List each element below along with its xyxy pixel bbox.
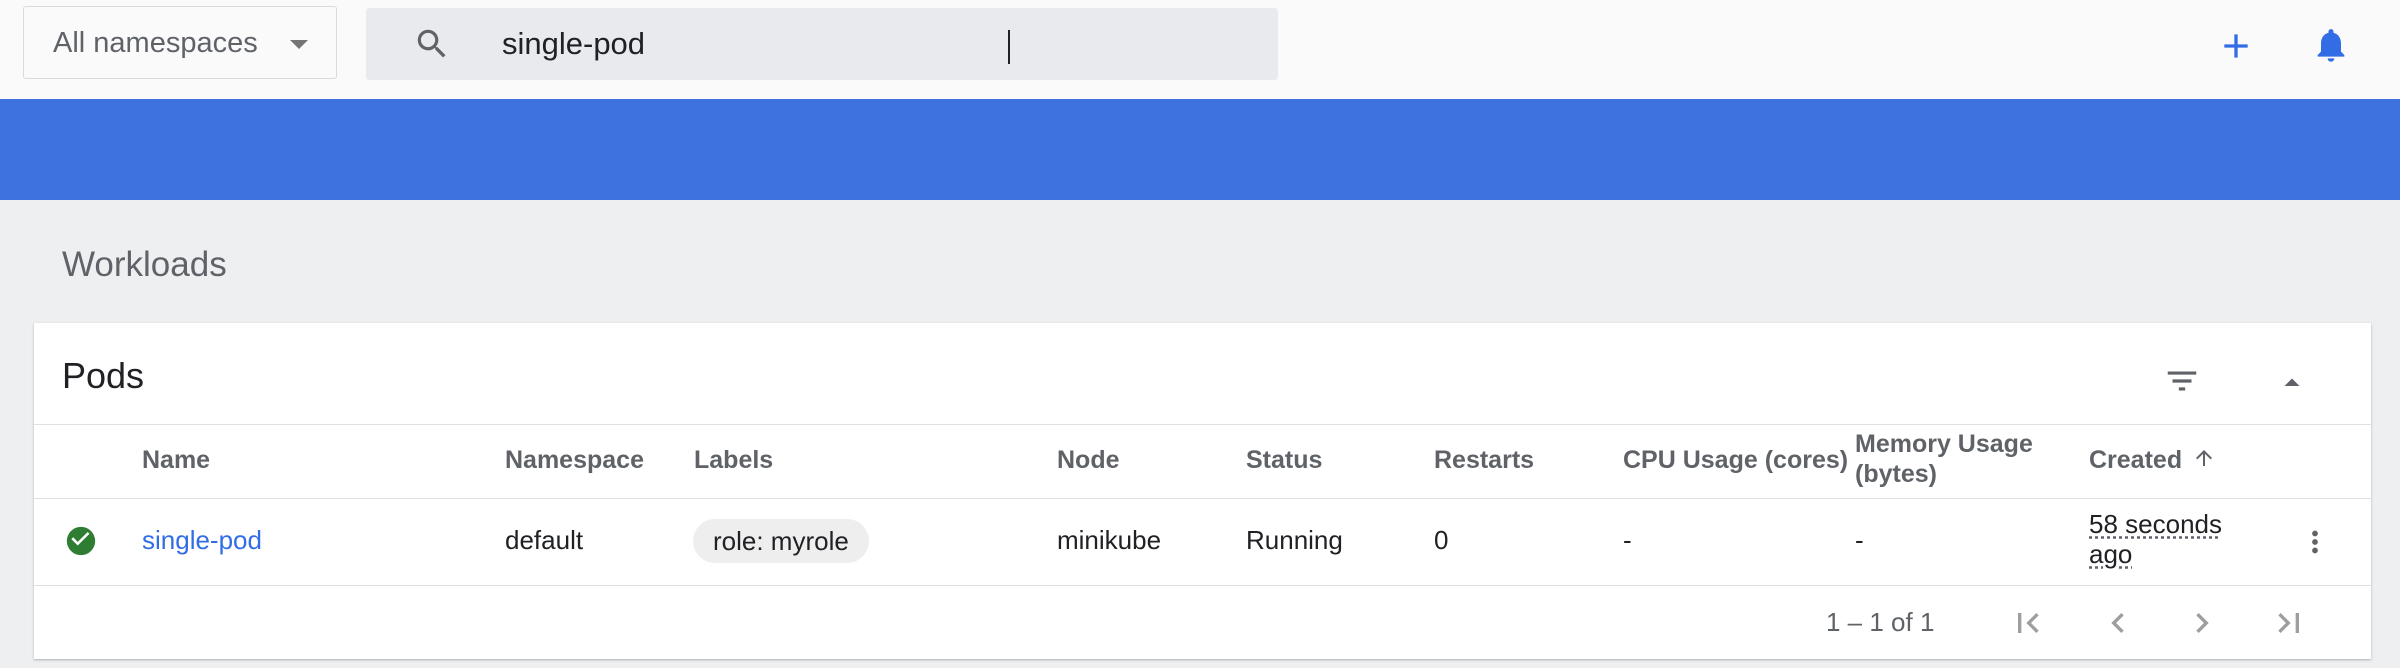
pod-created[interactable]: 58 seconds ago <box>2089 509 2259 569</box>
pod-status: Running <box>1246 525 1343 555</box>
column-header-namespace[interactable]: Namespace <box>505 445 644 475</box>
pod-namespace: default <box>505 525 584 555</box>
pod-name-link[interactable]: single-pod <box>142 523 262 557</box>
filter-icon[interactable] <box>2163 362 2201 405</box>
namespace-select[interactable]: All namespaces <box>23 6 337 79</box>
divider <box>34 424 2371 425</box>
search-bar <box>366 8 1278 80</box>
label-chip: role: myrole <box>693 519 869 563</box>
pod-memory: - <box>1855 525 1864 555</box>
divider <box>34 585 2371 586</box>
header-band <box>0 99 2400 200</box>
previous-page-icon[interactable] <box>2098 603 2138 648</box>
more-vert-icon[interactable] <box>2298 525 2332 564</box>
dropdown-caret-icon <box>290 40 308 49</box>
page-title: Workloads <box>62 245 227 284</box>
column-header-created-label: Created <box>2089 446 2183 474</box>
arrow-up-icon <box>2192 446 2216 477</box>
top-toolbar: All namespaces <box>0 0 2400 100</box>
pods-card: Pods Name Namespace Labels Node Status R… <box>34 323 2371 659</box>
last-page-icon[interactable] <box>2269 603 2309 648</box>
pod-node: minikube <box>1057 525 1162 555</box>
column-header-memory-line1: Memory Usage <box>1855 430 2033 458</box>
pod-restarts: 0 <box>1434 525 1449 555</box>
chevron-up-icon[interactable] <box>2274 365 2310 406</box>
column-header-memory: Memory Usage (bytes) <box>1855 429 2085 489</box>
column-header-cpu: CPU Usage (cores) <box>1623 446 1849 474</box>
next-page-icon[interactable] <box>2182 603 2222 648</box>
namespace-select-value: All namespaces <box>53 27 258 59</box>
column-header-restarts[interactable]: Restarts <box>1434 445 1534 475</box>
plus-icon[interactable] <box>2216 26 2256 66</box>
column-header-memory-line2: (bytes) <box>1855 460 1937 488</box>
pagination-range: 1 – 1 of 1 <box>1826 607 1935 637</box>
card-title: Pods <box>62 355 145 396</box>
search-icon[interactable] <box>413 25 451 63</box>
text-cursor <box>1008 30 1010 64</box>
column-header-name[interactable]: Name <box>142 445 210 475</box>
column-header-created[interactable]: Created <box>2089 445 2216 477</box>
divider <box>34 498 2371 499</box>
column-header-node[interactable]: Node <box>1057 445 1120 475</box>
column-header-labels: Labels <box>694 446 774 474</box>
bell-icon[interactable] <box>2311 24 2351 66</box>
check-circle-icon <box>64 524 98 563</box>
first-page-icon[interactable] <box>2008 603 2048 648</box>
column-header-status[interactable]: Status <box>1246 445 1322 475</box>
pod-cpu: - <box>1623 525 1632 555</box>
search-input[interactable] <box>502 8 1242 80</box>
